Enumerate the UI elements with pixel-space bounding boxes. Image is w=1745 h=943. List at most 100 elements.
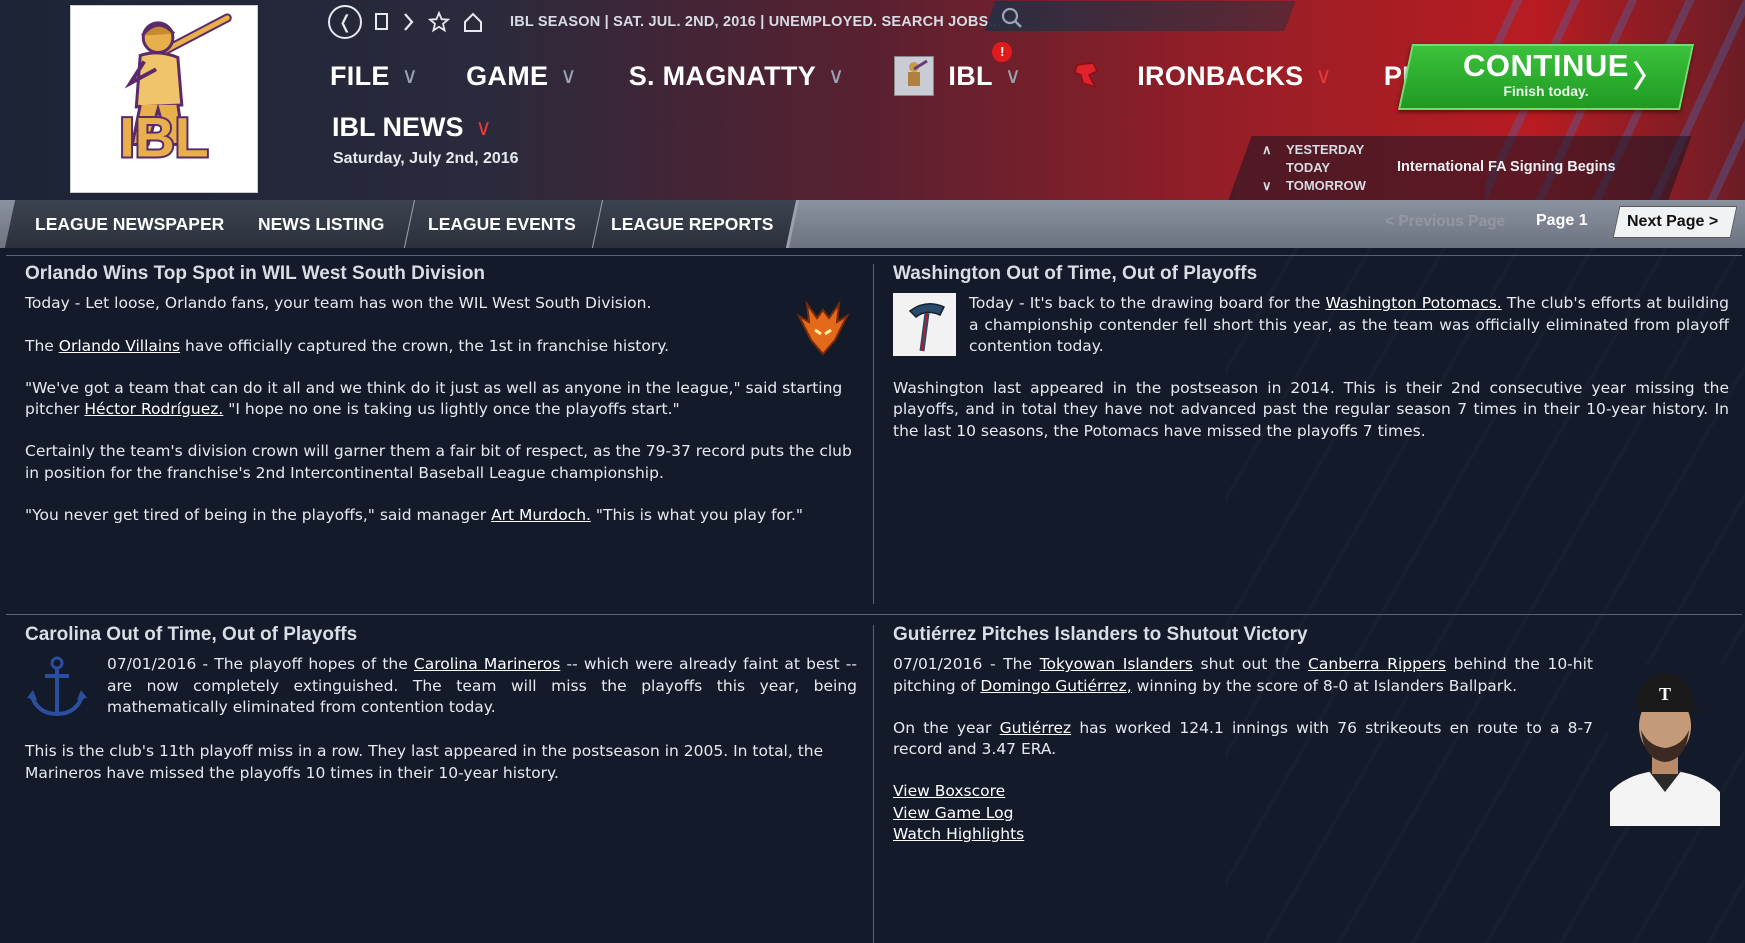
home-icon [464,12,482,32]
article-orlando: Orlando Wins Top Spot in WIL West South … [25,263,855,547]
article-paragraph: "You never get tired of being in the pla… [25,505,855,526]
forward-arrow-icon [404,13,414,31]
text: The [25,336,59,355]
day-tomorrow[interactable]: ∨ TOMORROW [1262,177,1366,195]
text: have officially captured the crown, the … [180,336,670,355]
search-input[interactable] [984,1,1296,31]
menu-file-label: FILE [330,60,390,91]
manager-link-art-murdoch[interactable]: Art Murdoch. [491,506,591,524]
back-arrow-icon: ❬ [337,11,353,33]
season-status-text: IBL SEASON | SAT. JUL. 2ND, 2016 | UNEMP… [510,14,1002,30]
player-link-gutierrez[interactable]: Gutiérrez [1000,719,1072,737]
chevron-down-icon: ∨ [560,63,577,88]
team-link-carolina-marineros[interactable]: Carolina Marineros [414,655,560,673]
article-paragraph: Today - It's back to the drawing board f… [969,293,1729,357]
tab-league-reports[interactable]: LEAGUE REPORTS [611,214,773,235]
chevron-down-icon: ∨ [401,63,419,88]
bookmark-icon [375,13,388,30]
player-link-domingo-gutierrez[interactable]: Domingo Gutiérrez, [980,677,1131,695]
chevron-right-icon: 〉 [1633,60,1663,95]
day-yesterday[interactable]: ∧ YESTERDAY [1262,141,1366,159]
back-forward-button[interactable]: ❬ [328,5,362,39]
article-paragraph: Certainly the team's division crown will… [25,442,852,482]
home-button[interactable] [462,6,484,38]
text: winning by the score of 8-0 at Islanders… [1131,676,1518,695]
article-paragraph: Today - Let loose, Orlando fans, your te… [25,294,652,313]
day-tomorrow-label: TOMORROW [1286,178,1366,193]
article-washington: Washington Out of Time, Out of Playoffs … [893,263,1729,463]
article-headline[interactable]: Carolina Out of Time, Out of Playoffs [25,624,857,645]
article-paragraph: "We've got a team that can do it all and… [25,378,855,421]
article-paragraph: Washington last appeared in the postseas… [893,379,1729,440]
divider [6,614,1742,615]
team-link-orlando-villains[interactable]: Orlando Villains [59,337,180,355]
day-yesterday-label: YESTERDAY [1286,142,1365,157]
text: 07/01/2016 - The playoff hopes of the [107,655,414,674]
divider [873,264,874,604]
menu-game[interactable]: GAME ∨ [466,61,577,92]
orlando-villains-logo-icon[interactable] [793,296,853,356]
view-boxscore-link[interactable]: View Boxscore [893,781,1593,802]
chevron-down-icon: ∨ [475,114,492,140]
bookmark-button[interactable] [374,6,390,38]
svg-text:T: T [1659,684,1671,704]
top-nav-bar: ❬ IBL SEASON | SAT. JUL. 2ND, 2016 | UNE… [328,4,1001,40]
carolina-marineros-logo-icon[interactable] [25,654,89,720]
article-paragraph: This is the club's 11th playoff miss in … [25,742,824,782]
menu-team[interactable]: IRONBACKS ∨ [1137,61,1332,92]
article-paragraph: 07/01/2016 - The playoff hopes of the Ca… [107,654,857,720]
article-headline[interactable]: Washington Out of Time, Out of Playoffs [893,263,1729,284]
text: "You never get tired of being in the pla… [25,506,492,525]
team-link-tokyowan-islanders[interactable]: Tokyowan Islanders [1040,655,1193,673]
tab-league-newspaper[interactable]: LEAGUE NEWSPAPER [35,214,224,235]
menu-manager-label: S. MAGNATTY [628,60,817,91]
text: shut out the [1192,655,1309,674]
view-game-log-link[interactable]: View Game Log [893,803,1593,824]
menu-league-label: IBL [948,60,993,91]
menu-team-label: IRONBACKS [1137,60,1304,91]
star-icon [428,11,450,33]
continue-button[interactable]: CONTINUE Finish today. 〉 [1405,44,1687,110]
league-logo[interactable]: IBL [70,5,258,193]
league-thumb-icon [894,56,935,96]
previous-page-button[interactable]: < Previous Page [1385,213,1505,231]
article-paragraph: 07/01/2016 - The Tokyowan Islanders shut… [893,654,1593,697]
ibl-batter-logo-icon: IBL [71,6,257,192]
player-portrait-icon[interactable]: T [1608,664,1722,826]
top-header: IBL ❬ IBL SEASON | SAT. JUL. 2ND, 2016 |… [0,0,1745,200]
page-title[interactable]: IBL NEWS ∨ [332,112,492,143]
page-number: Page 1 [1536,212,1588,229]
washington-potomacs-logo-icon[interactable] [893,293,956,357]
team-link-washington-potomacs[interactable]: Washington Potomacs. [1326,294,1502,312]
article-gutierrez: Gutiérrez Pitches Islanders to Shutout V… [893,624,1593,845]
next-page-button[interactable]: Next Page > [1627,213,1718,231]
article-carolina: Carolina Out of Time, Out of Playoffs 07… [25,624,857,805]
tab-league-events[interactable]: LEAGUE EVENTS [428,214,576,235]
chevron-down-icon: ∨ [828,63,845,88]
tab-news-listing[interactable]: NEWS LISTING [258,214,384,235]
team-link-canberra-rippers[interactable]: Canberra Rippers [1308,655,1446,673]
page-date: Saturday, July 2nd, 2016 [333,150,519,167]
player-link-hector-rodriguez[interactable]: Héctor Rodríguez. [84,400,223,418]
chevron-down-icon: ∨ [1004,63,1022,88]
favorite-button[interactable] [428,6,450,38]
article-headline[interactable]: Gutiérrez Pitches Islanders to Shutout V… [893,624,1593,645]
menu-league[interactable]: IBL ∨ ! [894,42,1022,96]
svg-text:IBL: IBL [119,106,208,168]
chevron-up-icon: ∧ [1262,142,1272,157]
menu-manager[interactable]: S. MAGNATTY ∨ [629,61,845,92]
team-logo-icon[interactable] [1071,61,1101,91]
search-icon[interactable] [1000,6,1024,30]
day-today-label: TODAY [1286,160,1331,175]
today-event: International FA Signing Begins [1397,159,1616,175]
menu-file[interactable]: FILE ∨ [330,61,418,92]
day-today: TODAY [1262,159,1366,177]
article-headline[interactable]: Orlando Wins Top Spot in WIL West South … [25,263,855,284]
forward-button[interactable] [402,6,416,38]
watch-highlights-link[interactable]: Watch Highlights [893,824,1593,845]
day-navigator: ∧ YESTERDAY TODAY ∨ TOMORROW [1262,141,1366,195]
text: 07/01/2016 - The [893,655,1040,674]
text: "I hope no one is taking us lightly once… [223,400,680,419]
text: On the year [893,718,1000,737]
main-menu: FILE ∨ GAME ∨ S. MAGNATTY ∨ IBL ∨ ! IRON… [330,42,1483,96]
